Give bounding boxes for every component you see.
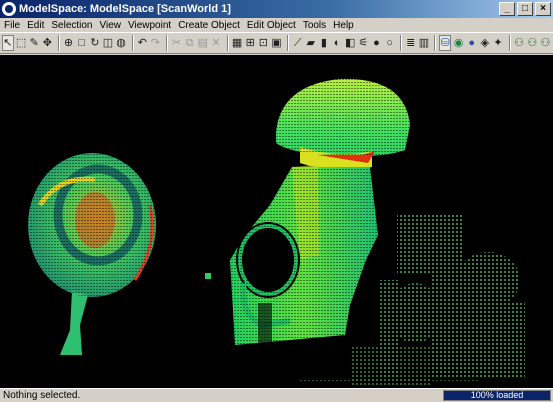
toolbar-separator [165, 35, 168, 51]
scanned-object-left [28, 153, 156, 355]
sphere-icon[interactable]: ◍ [116, 35, 127, 51]
title-bar: ModelSpace: ModelSpace [ScanWorld 1] _ □… [0, 0, 553, 18]
delete-icon[interactable]: ✕ [210, 35, 221, 51]
maximize-icon[interactable]: □ [517, 2, 533, 16]
paste-icon[interactable]: ▤ [197, 35, 208, 51]
undo-icon[interactable]: ↶ [137, 35, 148, 51]
layers-icon[interactable]: ≣ [405, 35, 416, 51]
fit-plane-icon[interactable]: ▰ [305, 35, 316, 51]
status-bar: Nothing selected. 100% loaded [0, 388, 553, 402]
toolbar-separator [434, 35, 437, 51]
ground-point-scatter [300, 380, 480, 383]
cone-icon[interactable]: ● [371, 35, 382, 51]
menu-view[interactable]: View [97, 20, 125, 31]
scanned-object-center [205, 78, 410, 345]
snap-icon[interactable]: ⊞ [245, 35, 256, 51]
camera-icon[interactable]: ⛁ [439, 35, 452, 51]
scan-icon[interactable]: ⚇ [514, 35, 525, 51]
menu-create-object[interactable]: Create Object [175, 20, 243, 31]
texture-icon[interactable]: ◈ [479, 35, 490, 51]
menu-selection[interactable]: Selection [48, 20, 95, 31]
fit-box-icon[interactable]: ◧ [345, 35, 356, 51]
color-map-icon[interactable]: ● [466, 35, 477, 51]
scan-target-icon[interactable]: ⚇ [540, 35, 551, 51]
grid-icon[interactable]: ▦ [232, 35, 243, 51]
toolbar-separator [57, 35, 60, 51]
app-icon[interactable] [2, 2, 16, 16]
menu-viewpoint[interactable]: Viewpoint [125, 20, 174, 31]
toolbar-separator [287, 35, 290, 51]
lock-icon[interactable]: ⊡ [258, 35, 269, 51]
fit-cylinder-icon[interactable]: ▮ [318, 35, 329, 51]
minimize-icon[interactable]: _ [499, 2, 515, 16]
cut-icon[interactable]: ✂ [171, 35, 182, 51]
cube-icon[interactable]: ◫ [102, 35, 113, 51]
load-progress-bar: 100% loaded [443, 390, 551, 401]
object-list-icon[interactable]: ▥ [418, 35, 429, 51]
menu-bar: File Edit Selection View Viewpoint Creat… [0, 18, 553, 32]
status-message: Nothing selected. [3, 390, 81, 401]
select-all-icon[interactable]: ▣ [271, 35, 282, 51]
pointer-select-icon[interactable]: ↖ [2, 35, 14, 51]
scan-viewport[interactable] [0, 55, 553, 388]
lighting-icon[interactable]: ✦ [492, 35, 503, 51]
square-icon[interactable]: □ [76, 35, 87, 51]
toolbar: ↖ ⬚ ✎ ✥ ⊕ □ ↻ ◫ ◍ ↶ ↷ ✂ ⧉ ▤ ✕ ▦ ⊞ ⊡ ▣ ⟋ … [0, 32, 553, 54]
menu-edit[interactable]: Edit [24, 20, 47, 31]
close-icon[interactable]: × [535, 2, 551, 16]
redo-icon[interactable]: ↷ [150, 35, 161, 51]
move-icon[interactable]: ✥ [42, 35, 53, 51]
fit-sphere-icon[interactable]: ◐ [332, 35, 343, 51]
scanned-object-right [350, 215, 525, 385]
window-title: ModelSpace: ModelSpace [ScanWorld 1] [19, 3, 231, 15]
toolbar-separator [226, 35, 229, 51]
scan-settings-icon[interactable]: ⚇ [527, 35, 538, 51]
menu-file[interactable]: File [1, 20, 23, 31]
toolbar-separator [508, 35, 511, 51]
point-cloud-render [28, 78, 525, 385]
fence-select-icon[interactable]: ⬚ [16, 35, 27, 51]
circle-icon[interactable]: ○ [384, 35, 395, 51]
pencil-icon[interactable]: ✎ [29, 35, 40, 51]
menu-edit-object[interactable]: Edit Object [244, 20, 299, 31]
brush-icon[interactable]: ⚟ [358, 35, 369, 51]
measure-icon[interactable]: ⟋ [292, 35, 303, 51]
menu-tools[interactable]: Tools [300, 20, 329, 31]
menu-help[interactable]: Help [330, 20, 357, 31]
copy-icon[interactable]: ⧉ [184, 35, 195, 51]
visibility-icon[interactable]: ◉ [453, 35, 464, 51]
toolbar-separator [131, 35, 134, 51]
rotate-icon[interactable]: ↻ [89, 35, 100, 51]
window-controls: _ □ × [499, 2, 551, 16]
load-progress-label: 100% loaded [470, 390, 524, 400]
zoom-extents-icon[interactable]: ⊕ [63, 35, 74, 51]
toolbar-separator [400, 35, 403, 51]
